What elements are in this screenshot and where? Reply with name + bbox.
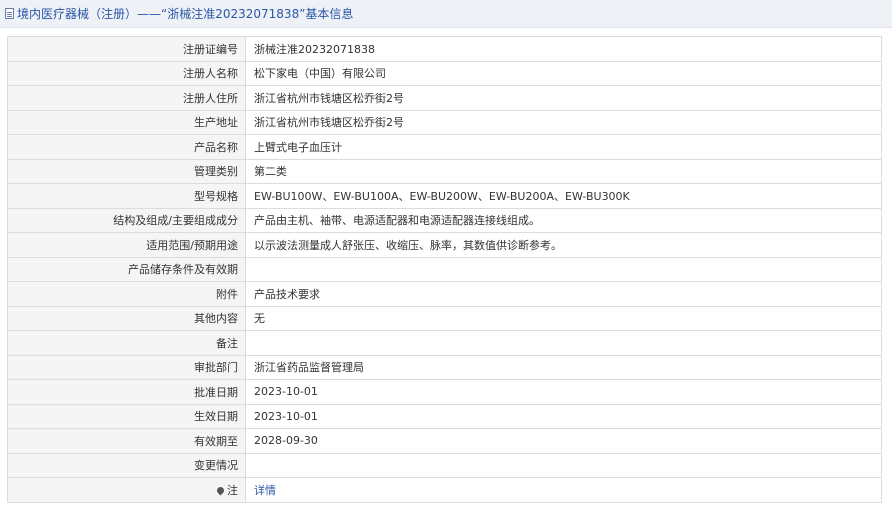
row-value	[245, 330, 882, 356]
info-table-container: 注册证编号 浙械注准20232071838 注册人名称 松下家电（中国）有限公司…	[7, 36, 882, 503]
table-row: 审批部门 浙江省药品监督管理局	[7, 354, 882, 380]
note-value-cell: 详情	[245, 477, 882, 503]
note-label-cell: 注	[7, 477, 246, 503]
row-value: 松下家电（中国）有限公司	[245, 60, 882, 86]
table-row: 其他内容 无	[7, 305, 882, 331]
row-label: 备注	[7, 330, 246, 356]
row-value: 2023-10-01	[245, 403, 882, 429]
row-label: 生效日期	[7, 403, 246, 429]
row-value: 上臂式电子血压计	[245, 134, 882, 160]
row-value	[245, 452, 882, 478]
table-row: 生效日期 2023-10-01	[7, 403, 882, 429]
row-label: 产品名称	[7, 134, 246, 160]
row-value: 产品技术要求	[245, 281, 882, 307]
table-row: 变更情况	[7, 452, 882, 478]
row-label: 型号规格	[7, 183, 246, 209]
row-label: 产品储存条件及有效期	[7, 256, 246, 282]
row-label: 批准日期	[7, 379, 246, 405]
row-label: 审批部门	[7, 354, 246, 380]
table-row: 生产地址 浙江省杭州市钱塘区松乔街2号	[7, 109, 882, 135]
note-row: 注 详情	[7, 477, 882, 503]
info-table: 注册证编号 浙械注准20232071838 注册人名称 松下家电（中国）有限公司…	[7, 36, 882, 503]
table-row: 有效期至 2028-09-30	[7, 428, 882, 454]
page-title: 境内医疗器械（注册）——“浙械注准20232071838”基本信息	[17, 7, 354, 21]
row-value: 第二类	[245, 158, 882, 184]
row-value: 浙江省杭州市钱塘区松乔街2号	[245, 85, 882, 111]
row-value: 浙江省杭州市钱塘区松乔街2号	[245, 109, 882, 135]
note-label: 注	[227, 483, 238, 497]
row-label: 结构及组成/主要组成成分	[7, 207, 246, 233]
row-label: 适用范围/预期用途	[7, 232, 246, 258]
row-label: 注册人名称	[7, 60, 246, 86]
row-label: 其他内容	[7, 305, 246, 331]
row-value: 2023-10-01	[245, 379, 882, 405]
row-value: 以示波法测量成人舒张压、收缩压、脉率，其数值供诊断参考。	[245, 232, 882, 258]
row-value	[245, 256, 882, 282]
location-pin-icon	[215, 485, 226, 496]
row-label: 注册证编号	[7, 36, 246, 62]
row-value: 浙江省药品监督管理局	[245, 354, 882, 380]
row-label: 注册人住所	[7, 85, 246, 111]
document-icon	[5, 8, 14, 19]
table-row: 注册人住所 浙江省杭州市钱塘区松乔街2号	[7, 85, 882, 111]
row-value: 产品由主机、袖带、电源适配器和电源适配器连接线组成。	[245, 207, 882, 233]
table-row: 管理类别 第二类	[7, 158, 882, 184]
page-header: 境内医疗器械（注册）——“浙械注准20232071838”基本信息	[0, 0, 892, 28]
table-row: 注册人名称 松下家电（中国）有限公司	[7, 60, 882, 86]
details-link[interactable]: 详情	[254, 484, 276, 497]
row-label: 变更情况	[7, 452, 246, 478]
row-value: 2028-09-30	[245, 428, 882, 454]
table-row: 型号规格 EW-BU100W、EW-BU100A、EW-BU200W、EW-BU…	[7, 183, 882, 209]
table-row: 产品名称 上臂式电子血压计	[7, 134, 882, 160]
row-label: 附件	[7, 281, 246, 307]
table-row: 备注	[7, 330, 882, 356]
table-row: 批准日期 2023-10-01	[7, 379, 882, 405]
table-row: 产品储存条件及有效期	[7, 256, 882, 282]
table-row: 适用范围/预期用途 以示波法测量成人舒张压、收缩压、脉率，其数值供诊断参考。	[7, 232, 882, 258]
row-value: EW-BU100W、EW-BU100A、EW-BU200W、EW-BU200A、…	[245, 183, 882, 209]
row-value: 浙械注准20232071838	[245, 36, 882, 62]
row-value: 无	[245, 305, 882, 331]
table-row: 结构及组成/主要组成成分 产品由主机、袖带、电源适配器和电源适配器连接线组成。	[7, 207, 882, 233]
row-label: 管理类别	[7, 158, 246, 184]
row-label: 生产地址	[7, 109, 246, 135]
table-row: 附件 产品技术要求	[7, 281, 882, 307]
table-row: 注册证编号 浙械注准20232071838	[7, 36, 882, 62]
row-label: 有效期至	[7, 428, 246, 454]
